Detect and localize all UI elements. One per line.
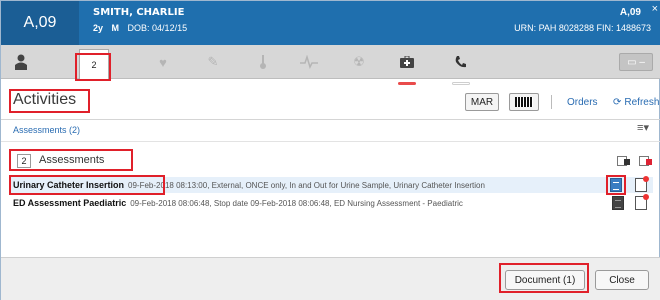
row-task-detail: 09-Feb-2018 08:06:48, Stop date 09-Feb-2… [130, 198, 463, 208]
section-actions [617, 156, 652, 166]
activities-window: A,09 SMITH, CHARLIE 2y M DOB: 04/12/15 A… [0, 0, 660, 300]
patient-sex: M [111, 23, 120, 33]
menu-icon[interactable]: ≡▾ [637, 121, 649, 134]
barcode-button[interactable] [509, 93, 539, 111]
highlight-tab-box [75, 53, 111, 81]
select-all-add-icon[interactable] [639, 156, 652, 166]
person-icon[interactable] [9, 51, 33, 73]
patient-age: 2y [93, 23, 104, 33]
add-note-icon[interactable] [635, 176, 649, 192]
table-row[interactable]: ED Assessment Paediatric 09-Feb-2018 08:… [9, 195, 653, 211]
phone-icon[interactable] [449, 51, 473, 73]
radiation-icon[interactable]: ☢ [347, 51, 371, 73]
add-note-icon[interactable] [635, 194, 649, 210]
section-title: Assessments [39, 154, 105, 166]
location-label: A,09 [1, 1, 79, 45]
document-icon[interactable] [612, 196, 624, 210]
patient-demographics: 2y M DOB: 04/12/15 [93, 23, 187, 33]
row-task-name: ED Assessment Paediatric [13, 198, 127, 208]
thermometer-icon[interactable] [251, 51, 275, 73]
location-right: A,09 [619, 7, 641, 18]
select-all-document-icon[interactable] [617, 156, 630, 166]
refresh-icon: ⟳ [613, 97, 622, 108]
refresh-link[interactable]: ⟳ Refresh [613, 97, 659, 108]
toolbar-options-button[interactable]: ▭ – [619, 53, 653, 71]
pen-icon[interactable]: ✎ [201, 51, 225, 73]
close-button[interactable]: Close [595, 270, 649, 290]
mar-button[interactable]: MAR [465, 93, 499, 111]
heart-icon[interactable]: ♥ [151, 51, 175, 73]
divider [1, 141, 660, 142]
highlight-row-box [9, 175, 165, 195]
section-count-badge: 2 [17, 154, 31, 168]
assessments-filter-link[interactable]: Assessments (2) [13, 125, 80, 135]
divider [551, 95, 552, 109]
patient-name: SMITH, CHARLIE [93, 7, 185, 18]
close-icon[interactable]: × [652, 3, 658, 15]
vitals-icon[interactable] [297, 51, 321, 73]
row-task-detail: 09-Feb-2018 08:13:00, External, ONCE onl… [128, 180, 485, 190]
highlight-title-box [9, 89, 90, 113]
highlight-document-box [499, 263, 589, 293]
refresh-label: Refresh [624, 97, 660, 108]
patient-dob: DOB: 04/12/15 [127, 23, 188, 33]
barcode-icon [515, 97, 533, 107]
patient-ids: URN: PAH 8028288 FIN: 1488673 [514, 23, 651, 33]
orders-link[interactable]: Orders [567, 97, 598, 108]
phone-indicator [452, 82, 470, 85]
medkit-indicator [398, 82, 416, 85]
highlight-icon-box [606, 175, 626, 195]
medkit-icon[interactable] [395, 51, 419, 73]
divider [1, 119, 660, 120]
patient-banner: A,09 SMITH, CHARLIE 2y M DOB: 04/12/15 A… [1, 1, 660, 45]
